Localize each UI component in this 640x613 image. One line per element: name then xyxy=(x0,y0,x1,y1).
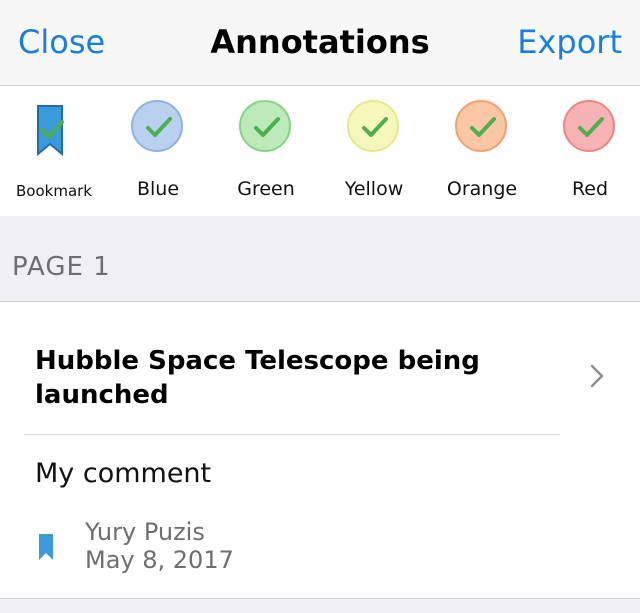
filter-bar: Bookmark Blue Green Yellow Orange Red xyxy=(0,86,640,216)
green-color-swatch xyxy=(239,100,291,152)
bookmark-icon xyxy=(37,105,64,157)
bookmark-icon xyxy=(39,534,53,560)
filter-orange[interactable]: Orange xyxy=(428,86,536,216)
annotation-comment: My comment xyxy=(35,458,212,489)
red-color-swatch xyxy=(563,100,615,152)
checkmark-icon xyxy=(254,117,280,137)
filter-label: Blue xyxy=(136,178,180,200)
annotation-date: May 8, 2017 xyxy=(85,546,234,574)
filter-label: Red xyxy=(571,178,609,200)
blue-color-swatch xyxy=(131,100,183,152)
checkmark-icon xyxy=(470,117,496,137)
checkmark-icon xyxy=(146,117,172,137)
orange-color-swatch xyxy=(455,100,507,152)
filter-green[interactable]: Green xyxy=(212,86,320,216)
annotation-row[interactable]: Hubble Space Telescope being launched xyxy=(0,302,640,434)
checkmark-icon xyxy=(578,117,604,137)
yellow-color-swatch xyxy=(347,100,399,152)
filter-label: Yellow xyxy=(344,178,404,200)
navigation-bar: Close Annotations Export xyxy=(0,0,640,86)
filter-bookmark[interactable]: Bookmark xyxy=(0,86,108,216)
filter-label: Bookmark xyxy=(16,182,92,200)
section-footer xyxy=(0,598,640,613)
filter-yellow[interactable]: Yellow xyxy=(320,86,428,216)
filter-label: Green xyxy=(237,178,295,200)
filter-red[interactable]: Red xyxy=(536,86,640,216)
section-header: PAGE 1 xyxy=(0,216,640,302)
annotation-author: Yury Puzis xyxy=(85,518,205,546)
filter-label: Orange xyxy=(446,178,518,200)
divider xyxy=(24,434,560,435)
filter-blue[interactable]: Blue xyxy=(104,86,212,216)
export-button[interactable]: Export xyxy=(517,22,622,62)
annotation-title: Hubble Space Telescope being launched xyxy=(35,346,480,410)
checkmark-icon xyxy=(362,117,388,137)
section-title: PAGE 1 xyxy=(12,252,111,282)
chevron-right-icon[interactable] xyxy=(590,364,604,388)
